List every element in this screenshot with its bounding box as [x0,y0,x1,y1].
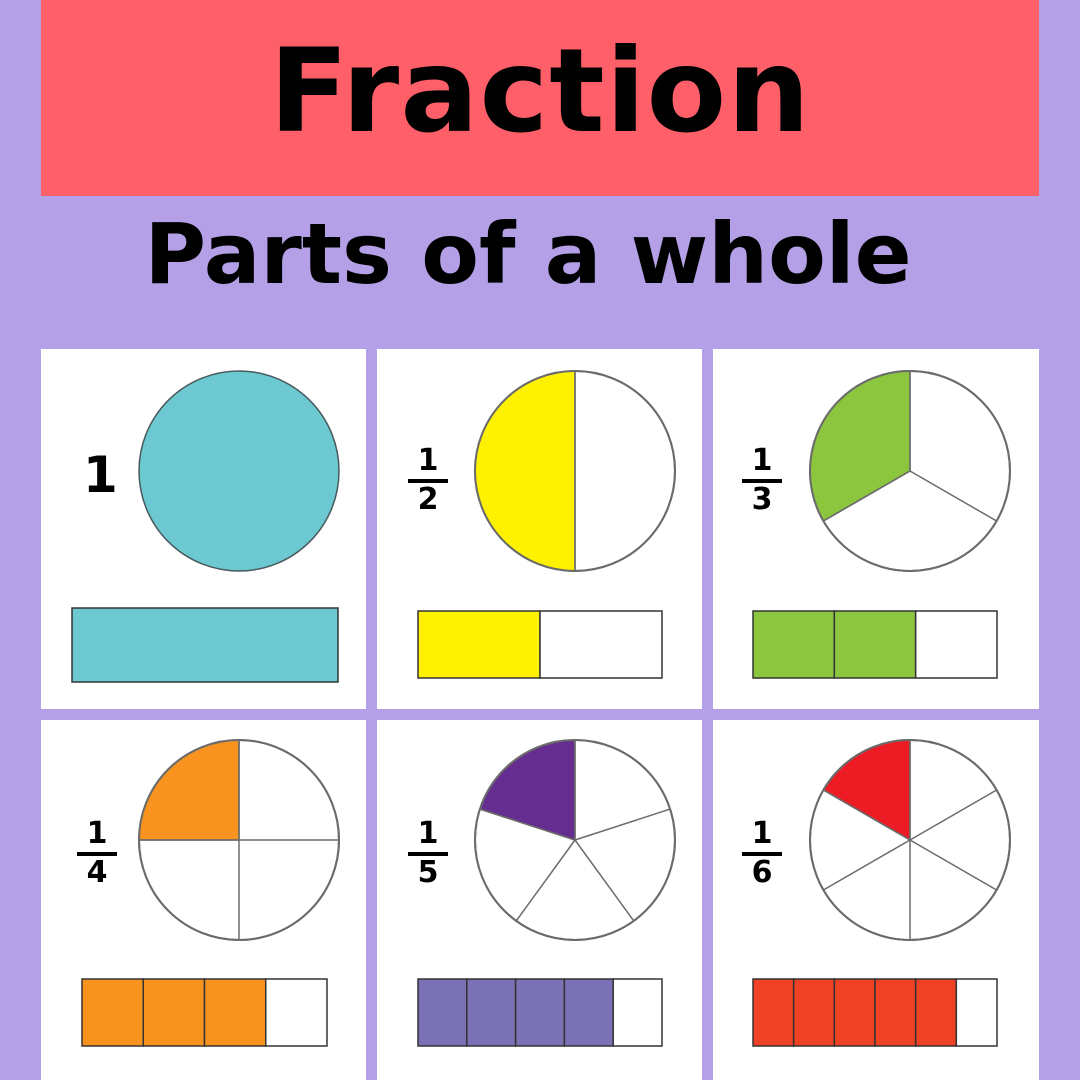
bar-segment-shaded [914,978,958,1047]
denominator: 4 [86,855,108,890]
fraction-figure [752,739,1011,1047]
denominator: 6 [751,855,773,890]
fraction-card: 15 [377,720,702,1080]
bar-segment-shaded [142,978,206,1047]
fraction-card: 1 [41,349,366,709]
bar-segment [955,978,998,1047]
numerator: 1 [751,816,773,851]
fraction-card: 13 [713,349,1039,709]
fraction-card: 16 [713,720,1039,1080]
bar-segment-shaded [514,978,566,1047]
bar-segment-shaded [417,978,468,1047]
bar-segment-shaded [466,978,517,1047]
fraction-card: 14 [41,720,366,1080]
denominator: 2 [417,482,439,517]
bar-segment-shaded [81,978,144,1047]
page-title: Fraction [269,24,811,159]
shaded-sector [474,370,576,572]
bar-segment-shaded [417,610,541,679]
numerator: 1 [417,816,439,851]
bar-segment [914,610,998,679]
subtitle: Parts of a whole [144,205,912,303]
fraction-figure [81,739,340,1047]
fraction-label: 13 [742,446,782,515]
bar-segment [612,978,663,1047]
numerator: 1 [751,443,773,478]
numerator: 1 [417,443,439,478]
poster: Fraction Parts of a whole 11213141516 [0,0,1080,1080]
whole-label: 1 [83,446,118,504]
bar-segment [539,610,663,679]
fraction-figure [417,739,676,1047]
bar-segment-shaded [752,610,836,679]
bar-segment-shaded [71,607,339,683]
fraction-card: 12 [377,349,702,709]
fraction-figure [752,370,1011,679]
shaded-sector [138,739,240,841]
title-banner: Fraction [41,0,1039,196]
denominator: 5 [417,855,439,890]
bar-segment [265,978,328,1047]
fraction-label: 16 [742,819,782,888]
denominator: 3 [751,482,773,517]
bar-segment-shaded [792,978,836,1047]
whole-circle [138,370,340,572]
numerator: 1 [86,816,108,851]
fraction-figure [71,370,340,683]
bar-segment-shaded [833,610,917,679]
bar-segment-shaded [833,978,876,1047]
bar-segment-shaded [752,978,795,1047]
fraction-figure [417,370,676,679]
bar-segment-shaded [563,978,614,1047]
fraction-label: 12 [408,446,448,515]
fraction-label: 14 [77,819,117,888]
fraction-label: 15 [408,819,448,888]
bar-segment-shaded [874,978,917,1047]
bar-segment-shaded [203,978,267,1047]
